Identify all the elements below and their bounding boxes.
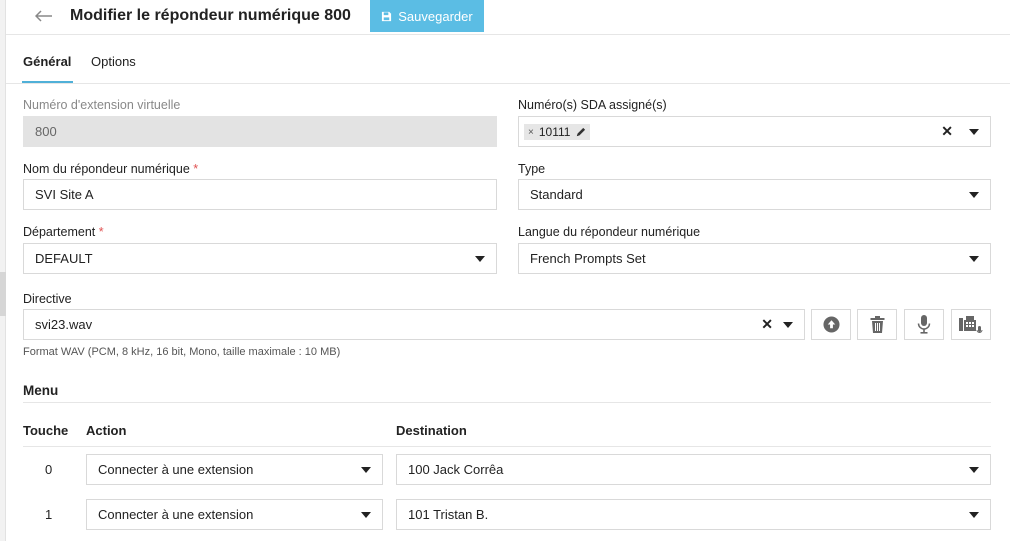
extension-label: Numéro d'extension virtuelle (23, 98, 181, 112)
left-nav-marker (0, 272, 6, 316)
row-action-select[interactable]: Connecter à une extension (86, 499, 383, 530)
sda-label: Numéro(s) SDA assigné(s) (518, 98, 667, 112)
directive-value: svi23.wav (35, 317, 93, 332)
sda-chip: × 10111 (524, 124, 591, 141)
department-label: Département * (23, 225, 104, 239)
clear-icon[interactable]: ✕ (761, 316, 773, 333)
chevron-down-icon (969, 466, 979, 473)
menu-divider (23, 402, 991, 403)
row-destination-select[interactable]: 101 Tristan B. (396, 499, 991, 530)
row-action-value: Connecter à une extension (98, 462, 254, 477)
back-button[interactable] (33, 5, 55, 27)
phone-record-icon (959, 315, 983, 333)
chevron-down-icon (969, 511, 979, 518)
column-header-destination: Destination (396, 423, 467, 438)
chevron-down-icon (475, 255, 485, 262)
page-header: Modifier le répondeur numérique 800 Sauv… (6, 0, 1010, 35)
delete-button[interactable] (857, 309, 897, 340)
chevron-down-icon (361, 511, 371, 518)
sda-select[interactable]: × 10111 ✕ (518, 116, 991, 147)
language-label: Langue du répondeur numérique (518, 225, 701, 239)
phone-record-button[interactable] (951, 309, 991, 340)
row-destination-value: 101 Tristan B. (408, 507, 489, 522)
upload-button[interactable] (811, 309, 851, 340)
row-action-value: Connecter à une extension (98, 507, 254, 522)
chip-remove-icon[interactable]: × (528, 127, 534, 138)
language-value: French Prompts Set (530, 251, 646, 266)
tab-bar: Général Options (6, 36, 1010, 84)
language-select[interactable]: French Prompts Set (518, 243, 991, 274)
save-button[interactable]: Sauvegarder (370, 0, 484, 32)
type-select[interactable]: Standard (518, 179, 991, 210)
pencil-icon[interactable] (575, 127, 586, 138)
clear-icon[interactable]: ✕ (941, 123, 953, 140)
department-select[interactable]: DEFAULT (23, 243, 497, 274)
tab-options[interactable]: Options (91, 54, 136, 69)
table-row-key: 1 (45, 507, 53, 522)
required-mark: * (193, 162, 199, 176)
chevron-down-icon (969, 255, 979, 262)
save-button-label: Sauvegarder (398, 8, 473, 24)
trash-icon (870, 316, 884, 333)
floppy-disk-icon (382, 11, 392, 21)
column-header-key: Touche (23, 423, 69, 438)
chevron-down-icon (969, 191, 979, 198)
name-label: Nom du répondeur numérique * (23, 162, 199, 176)
chevron-down-icon[interactable] (969, 128, 979, 135)
required-mark: * (98, 225, 104, 239)
upload-icon (822, 316, 840, 333)
active-tab-indicator (22, 81, 73, 83)
directive-hint: Format WAV (PCM, 8 kHz, 16 bit, Mono, ta… (23, 346, 341, 358)
directive-label: Directive (23, 292, 72, 306)
department-value: DEFAULT (35, 251, 93, 266)
row-destination-value: 100 Jack Corrêa (408, 462, 504, 477)
table-row-key: 0 (45, 462, 53, 477)
chevron-down-icon (361, 466, 371, 473)
name-value: SVI Site A (35, 187, 94, 202)
tab-general[interactable]: Général (23, 54, 71, 69)
page-title: Modifier le répondeur numérique 800 (70, 7, 351, 24)
menu-section-title: Menu (23, 383, 59, 398)
extension-field: 800 (23, 116, 497, 147)
chevron-down-icon[interactable] (783, 321, 793, 328)
extension-value: 800 (35, 124, 57, 139)
arrow-left-icon (35, 10, 52, 22)
record-button[interactable] (904, 309, 944, 340)
column-header-action: Action (86, 423, 127, 438)
microphone-icon (917, 315, 931, 334)
type-value: Standard (530, 187, 583, 202)
table-header-divider (23, 446, 991, 447)
type-label: Type (518, 162, 546, 176)
row-action-select[interactable]: Connecter à une extension (86, 454, 383, 485)
sda-chip-label: 10111 (538, 125, 571, 140)
directive-select[interactable]: svi23.wav ✕ (23, 309, 805, 340)
row-destination-select[interactable]: 100 Jack Corrêa (396, 454, 991, 485)
name-input[interactable]: SVI Site A (23, 179, 497, 210)
